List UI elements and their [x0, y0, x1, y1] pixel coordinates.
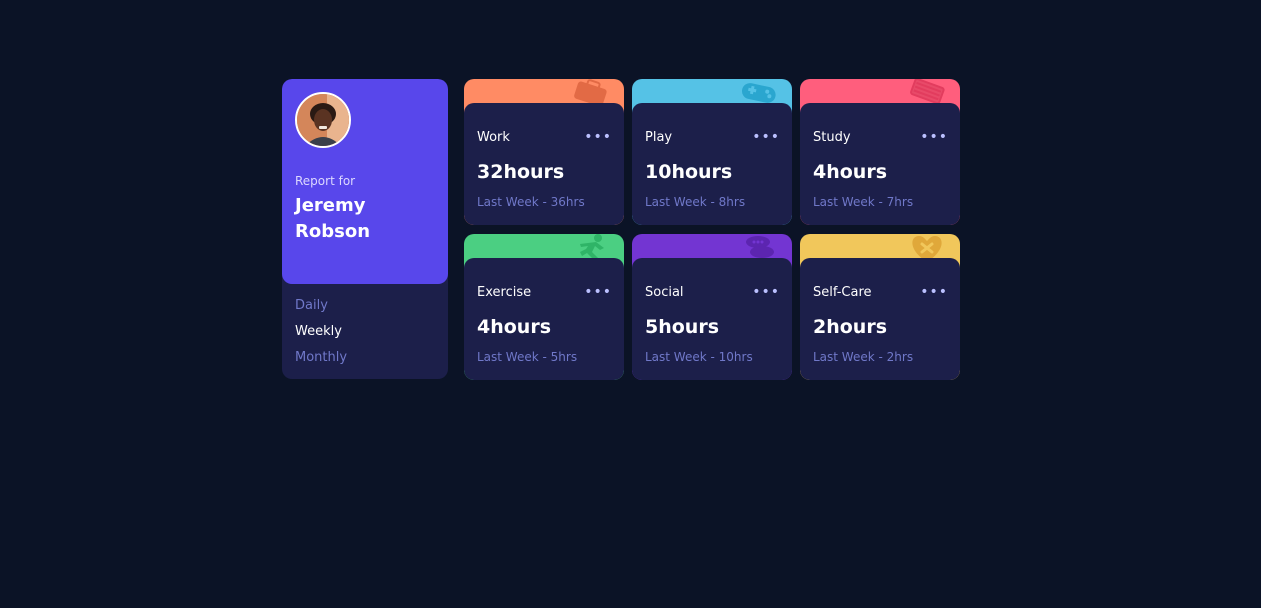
report-for-label: Report for — [295, 174, 356, 188]
card-social: Social ••• 5hours Last Week - 10hrs — [632, 234, 792, 380]
period-daily[interactable]: Daily — [295, 296, 347, 322]
period-monthly[interactable]: Monthly — [295, 348, 347, 374]
period-weekly[interactable]: Weekly — [295, 322, 347, 348]
ellipsis-icon[interactable]: ••• — [920, 129, 948, 145]
card-title: Study — [813, 130, 851, 145]
time-tracking-dashboard: Report for Jeremy Robson Daily Weekly Mo… — [282, 79, 960, 380]
card-title: Exercise — [477, 285, 532, 300]
card-hours: 4hours — [477, 316, 552, 338]
ellipsis-icon[interactable]: ••• — [920, 284, 948, 300]
card-body: Social ••• 5hours Last Week - 10hrs — [632, 258, 792, 380]
card-work: Work ••• 32hours Last Week - 36hrs — [464, 79, 624, 225]
ellipsis-icon[interactable]: ••• — [584, 129, 612, 145]
card-last-week: Last Week - 36hrs — [477, 195, 585, 209]
card-last-week: Last Week - 2hrs — [813, 350, 914, 364]
profile-header: Report for Jeremy Robson — [282, 79, 448, 284]
card-body: Exercise ••• 4hours Last Week - 5hrs — [464, 258, 624, 380]
user-name: Jeremy Robson — [295, 195, 371, 242]
activity-grid: Work ••• 32hours Last Week - 36hrs Play … — [464, 79, 960, 380]
card-hours: 10hours — [645, 161, 733, 183]
card-self-care: Self-Care ••• 2hours Last Week - 2hrs — [800, 234, 960, 380]
card-body: Play ••• 10hours Last Week - 8hrs — [632, 103, 792, 225]
ellipsis-icon[interactable]: ••• — [752, 129, 780, 145]
card-body: Study ••• 4hours Last Week - 7hrs — [800, 103, 960, 225]
card-hours: 5hours — [645, 316, 720, 338]
card-last-week: Last Week - 5hrs — [477, 350, 578, 364]
card-last-week: Last Week - 7hrs — [813, 195, 914, 209]
card-hours: 2hours — [813, 316, 888, 338]
card-last-week: Last Week - 10hrs — [645, 350, 753, 364]
card-title: Social — [645, 285, 684, 300]
card-title: Play — [645, 130, 673, 145]
ellipsis-icon[interactable]: ••• — [584, 284, 612, 300]
card-last-week: Last Week - 8hrs — [645, 195, 746, 209]
ellipsis-icon[interactable]: ••• — [752, 284, 780, 300]
card-hours: 4hours — [813, 161, 888, 183]
user-avatar — [295, 92, 351, 148]
card-body: Self-Care ••• 2hours Last Week - 2hrs — [800, 258, 960, 380]
card-exercise: Exercise ••• 4hours Last Week - 5hrs — [464, 234, 624, 380]
profile-card: Report for Jeremy Robson Daily Weekly Mo… — [282, 79, 448, 379]
card-title: Self-Care — [813, 285, 872, 300]
card-study: Study ••• 4hours Last Week - 7hrs — [800, 79, 960, 225]
card-body: Work ••• 32hours Last Week - 36hrs — [464, 103, 624, 225]
card-play: Play ••• 10hours Last Week - 8hrs — [632, 79, 792, 225]
card-title: Work — [477, 130, 510, 145]
card-hours: 32hours — [477, 161, 565, 183]
period-selector: Daily Weekly Monthly — [295, 296, 347, 374]
